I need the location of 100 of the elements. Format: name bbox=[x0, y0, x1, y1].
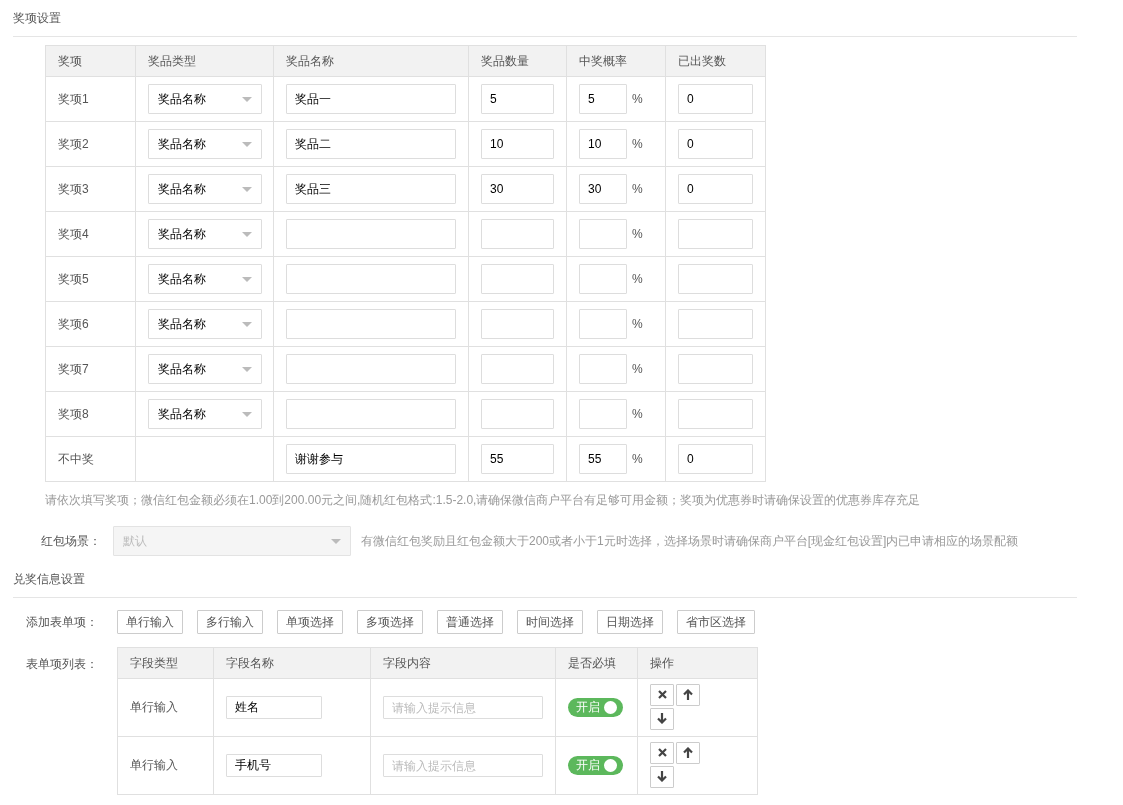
prize-type-dropdown[interactable]: 奖品名称 bbox=[148, 354, 262, 384]
prize-name-field[interactable]: 奖品一 bbox=[286, 84, 456, 114]
column-header: 字段名称 bbox=[213, 647, 371, 679]
delete-button[interactable] bbox=[650, 683, 674, 706]
column-header: 是否必填 bbox=[555, 647, 638, 679]
probability-field[interactable] bbox=[579, 219, 627, 249]
column-header: 奖品类型 bbox=[135, 45, 274, 77]
issued-count-field[interactable] bbox=[678, 354, 753, 384]
section-title: 兑奖信息设置 bbox=[13, 570, 85, 588]
delete-button[interactable] bbox=[650, 741, 674, 764]
probability-field[interactable]: 10 bbox=[579, 129, 627, 159]
field-type-cell: 单行输入 bbox=[117, 736, 214, 795]
prize-name-field[interactable]: 奖品三 bbox=[286, 174, 456, 204]
prize-item-label: 奖项8 bbox=[45, 391, 136, 437]
prize-type-dropdown[interactable]: 奖品名称 bbox=[148, 84, 262, 114]
close-icon bbox=[657, 748, 667, 757]
prize-item-label: 奖项6 bbox=[45, 301, 136, 347]
scene-label: 红包场景： bbox=[40, 532, 102, 550]
arrow-down-icon bbox=[657, 771, 667, 782]
probability-field[interactable] bbox=[579, 264, 627, 294]
percent-unit: % bbox=[632, 362, 643, 376]
issued-count-field[interactable] bbox=[678, 264, 753, 294]
quantity-field[interactable]: 55 bbox=[481, 444, 554, 474]
prize-type-dropdown[interactable]: 奖品名称 bbox=[148, 399, 262, 429]
add-field-button[interactable]: 单项选择 bbox=[277, 610, 343, 634]
add-field-button[interactable]: 多行输入 bbox=[197, 610, 263, 634]
probability-field[interactable] bbox=[579, 309, 627, 339]
prize-name-field[interactable]: 奖品二 bbox=[286, 129, 456, 159]
add-field-button[interactable]: 日期选择 bbox=[597, 610, 663, 634]
arrow-down-icon bbox=[657, 713, 667, 724]
field-name-field[interactable]: 手机号 bbox=[226, 754, 322, 777]
scene-hint: 有微信红包奖励且红包金额大于200或者小于1元时选择，选择场景时请确保商户平台[现金红包设置]内已申请相应的场景配额 bbox=[361, 532, 1019, 550]
prize-item-label: 奖项3 bbox=[45, 166, 136, 212]
move-up-button[interactable] bbox=[676, 741, 700, 764]
issued-count-field[interactable] bbox=[678, 219, 753, 249]
probability-field[interactable]: 30 bbox=[579, 174, 627, 204]
percent-unit: % bbox=[632, 317, 643, 331]
column-header: 奖项 bbox=[45, 45, 136, 77]
arrow-up-icon bbox=[683, 689, 693, 700]
prize-name-field[interactable] bbox=[286, 309, 456, 339]
issued-count-field[interactable]: 0 bbox=[678, 444, 753, 474]
prize-note: 请依次填写奖项；微信红包金额必须在1.00到200.00元之间,随机红包格式:1.5-2.0,请确保微信商户平台有足够可用金额；奖项为优惠券时请确保设置的优惠券库存充足 bbox=[45, 492, 922, 509]
quantity-field[interactable]: 10 bbox=[481, 129, 554, 159]
probability-field[interactable]: 5 bbox=[579, 84, 627, 114]
section-title: 奖项设置 bbox=[13, 9, 61, 27]
prize-item-label: 奖项2 bbox=[45, 121, 136, 167]
percent-unit: % bbox=[632, 452, 643, 466]
percent-unit: % bbox=[632, 407, 643, 421]
add-field-button[interactable]: 普通选择 bbox=[437, 610, 503, 634]
quantity-field[interactable]: 30 bbox=[481, 174, 554, 204]
column-header: 操作 bbox=[637, 647, 758, 679]
add-field-button[interactable]: 省市区选择 bbox=[677, 610, 755, 634]
field-list-label: 表单项列表： bbox=[25, 656, 99, 673]
add-field-button[interactable]: 时间选择 bbox=[517, 610, 583, 634]
prize-name-field[interactable] bbox=[286, 219, 456, 249]
prize-type-dropdown[interactable]: 奖品名称 bbox=[148, 309, 262, 339]
add-field-button[interactable]: 多项选择 bbox=[357, 610, 423, 634]
prize-type-dropdown[interactable]: 奖品名称 bbox=[148, 129, 262, 159]
prize-type-dropdown[interactable]: 奖品名称 bbox=[148, 264, 262, 294]
quantity-field[interactable]: 5 bbox=[481, 84, 554, 114]
prize-item-label: 不中奖 bbox=[45, 436, 136, 482]
field-content-field[interactable]: 请输入提示信息 bbox=[383, 754, 543, 777]
percent-unit: % bbox=[632, 137, 643, 151]
column-header: 字段类型 bbox=[117, 647, 214, 679]
probability-field[interactable] bbox=[579, 399, 627, 429]
issued-count-field[interactable] bbox=[678, 309, 753, 339]
prize-item-label: 奖项4 bbox=[45, 211, 136, 257]
field-name-field[interactable]: 姓名 bbox=[226, 696, 322, 719]
probability-field[interactable]: 55 bbox=[579, 444, 627, 474]
add-field-button[interactable]: 单行输入 bbox=[117, 610, 183, 634]
prize-type-dropdown[interactable]: 奖品名称 bbox=[148, 174, 262, 204]
prize-name-field[interactable] bbox=[286, 264, 456, 294]
close-icon bbox=[657, 690, 667, 699]
field-content-field[interactable]: 请输入提示信息 bbox=[383, 696, 543, 719]
move-down-button[interactable] bbox=[650, 765, 674, 788]
prize-name-field[interactable]: 谢谢参与 bbox=[286, 444, 456, 474]
quantity-field[interactable] bbox=[481, 264, 554, 294]
prize-item-label: 奖项5 bbox=[45, 256, 136, 302]
column-header: 字段内容 bbox=[370, 647, 556, 679]
issued-count-field[interactable]: 0 bbox=[678, 84, 753, 114]
quantity-field[interactable] bbox=[481, 309, 554, 339]
percent-unit: % bbox=[632, 227, 643, 241]
issued-count-field[interactable] bbox=[678, 399, 753, 429]
percent-unit: % bbox=[632, 272, 643, 286]
column-header: 奖品数量 bbox=[468, 45, 567, 77]
quantity-field[interactable] bbox=[481, 219, 554, 249]
quantity-field[interactable] bbox=[481, 399, 554, 429]
quantity-field[interactable] bbox=[481, 354, 554, 384]
probability-field[interactable] bbox=[579, 354, 627, 384]
prize-name-field[interactable] bbox=[286, 399, 456, 429]
percent-unit: % bbox=[632, 92, 643, 106]
issued-count-field[interactable]: 0 bbox=[678, 129, 753, 159]
field-type-cell: 单行输入 bbox=[117, 678, 214, 737]
arrow-up-icon bbox=[683, 747, 693, 758]
move-down-button[interactable] bbox=[650, 707, 674, 730]
prize-name-field[interactable] bbox=[286, 354, 456, 384]
issued-count-field[interactable]: 0 bbox=[678, 174, 753, 204]
percent-unit: % bbox=[632, 182, 643, 196]
move-up-button[interactable] bbox=[676, 683, 700, 706]
prize-type-dropdown[interactable]: 奖品名称 bbox=[148, 219, 262, 249]
